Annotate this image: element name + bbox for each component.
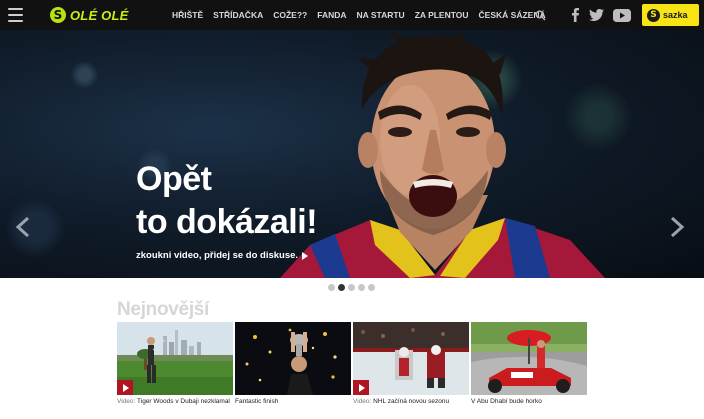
menu-item-za-plentou[interactable]: ZA PLENTOU [415,10,469,20]
social-links [571,0,640,30]
sazka-text: sazka [663,10,688,20]
hero-headline-line1: Opět [136,160,212,198]
hero-headline: Opět to dokázali! [136,158,318,244]
slider-prev-arrow-icon[interactable] [14,216,32,238]
latest-section-title: Nejnovější [117,299,210,320]
card-caption: Video: Tiger Woods v Dubaji nezklamal [117,398,233,405]
card-caption: Fantastic finish [235,398,351,405]
facebook-icon[interactable] [571,8,580,22]
card-caption-text: V Abu Dhabí bude horko [471,398,542,405]
card-caption-text: Fantastic finish [235,398,279,405]
latest-card-golf[interactable]: Video: Tiger Woods v Dubaji nezklamal [117,322,233,405]
hero-cta-text: zkoukni video, přidej se do diskuse. [136,250,299,261]
page: S OLÉ OLÉ HŘIŠTĚ STŘÍDAČKA COŽE?? FANDA … [0,0,704,419]
search-icon[interactable] [535,10,546,21]
card-thumbnail [353,322,469,395]
f1-image [471,322,587,395]
golf-image [117,322,233,395]
youtube-icon[interactable] [613,8,631,22]
ole-ole-logo[interactable]: S OLÉ OLÉ [50,5,128,25]
menu-item-fanda[interactable]: FANDA [317,10,346,20]
card-caption-prefix: Video: [117,398,136,405]
card-caption: Video: NHL začíná novou sezonu [353,398,469,405]
hero-banner[interactable]: Opět to dokázali! zkoukni video, přidej … [0,30,704,278]
hamburger-menu-icon[interactable] [8,8,23,22]
menu-item-hriste[interactable]: HŘIŠTĚ [172,10,203,20]
top-nav: S OLÉ OLÉ HŘIŠTĚ STŘÍDAČKA COŽE?? FANDA … [0,0,704,30]
slider-next-arrow-icon[interactable] [668,216,686,238]
card-thumbnail [471,322,587,395]
video-play-icon [353,380,369,395]
latest-card-tennis[interactable]: Fantastic finish [235,322,351,405]
main-menu: HŘIŠTĚ STŘÍDAČKA COŽE?? FANDA NA STARTU … [172,0,556,30]
hero-headline-line2: to dokázali! [136,203,318,241]
logo-mark: S [50,7,66,23]
hockey-image [353,322,469,395]
latest-card-f1[interactable]: V Abu Dhabí bude horko [471,322,587,405]
card-caption-prefix: Video: [353,398,372,405]
menu-item-coze[interactable]: COŽE?? [273,10,307,20]
sazka-mark: S [647,8,660,22]
play-arrow-icon [302,251,309,260]
slider-pagination [328,284,378,291]
latest-card-hockey[interactable]: Video: NHL začíná novou sezonu [353,322,469,405]
logo-text: OLÉ OLÉ [70,7,129,23]
latest-cards: Video: Tiger Woods v Dubaji nezklamal Fa… [117,322,589,405]
card-thumbnail [117,322,233,395]
sazka-logo-button[interactable]: S sazka [642,4,699,26]
twitter-icon[interactable] [589,9,604,21]
card-caption-text: Tiger Woods v Dubaji nezklamal [137,398,230,405]
slider-dot-5[interactable] [368,284,375,291]
hero-cta-link[interactable]: zkoukni video, přidej se do diskuse. [136,250,309,261]
card-caption-text: NHL začíná novou sezonu [373,398,450,405]
menu-item-na-startu[interactable]: NA STARTU [357,10,405,20]
slider-dot-2[interactable] [338,284,345,291]
card-caption: V Abu Dhabí bude horko [471,398,587,405]
slider-dot-3[interactable] [348,284,355,291]
video-play-icon [117,380,133,395]
tennis-trophy-image [235,322,351,395]
card-thumbnail [235,322,351,395]
slider-dot-1[interactable] [328,284,335,291]
menu-item-stridacka[interactable]: STŘÍDAČKA [213,10,263,20]
slider-dot-4[interactable] [358,284,365,291]
